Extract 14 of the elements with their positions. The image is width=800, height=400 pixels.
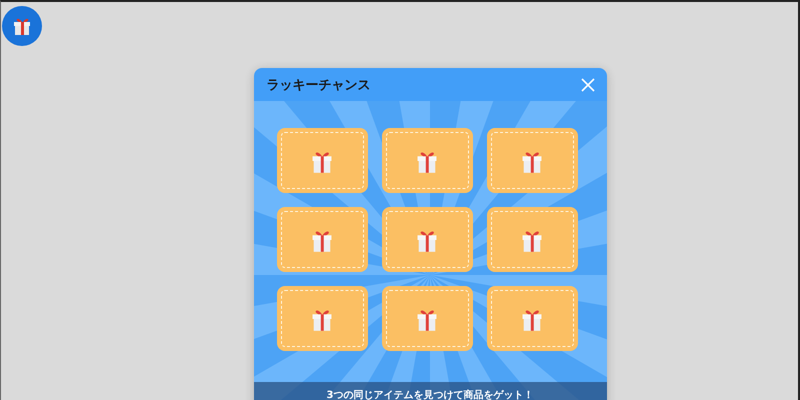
gift-card[interactable]: [382, 286, 472, 351]
gift-card[interactable]: [486, 286, 578, 351]
gift-card[interactable]: [382, 207, 472, 272]
gift-card[interactable]: [276, 207, 368, 272]
close-button[interactable]: [580, 78, 594, 92]
instruction-text: 3つの同じアイテムを見つけて商品をゲット！: [326, 388, 534, 400]
gift-card[interactable]: [276, 286, 368, 351]
gift-card[interactable]: [382, 128, 472, 193]
gift-card[interactable]: [276, 128, 368, 193]
dialog-title: ラッキーチャンス: [266, 76, 370, 94]
gift-card[interactable]: [486, 207, 578, 272]
gift-button[interactable]: [2, 6, 42, 46]
close-icon: [580, 78, 594, 92]
gift-card[interactable]: [486, 128, 578, 193]
